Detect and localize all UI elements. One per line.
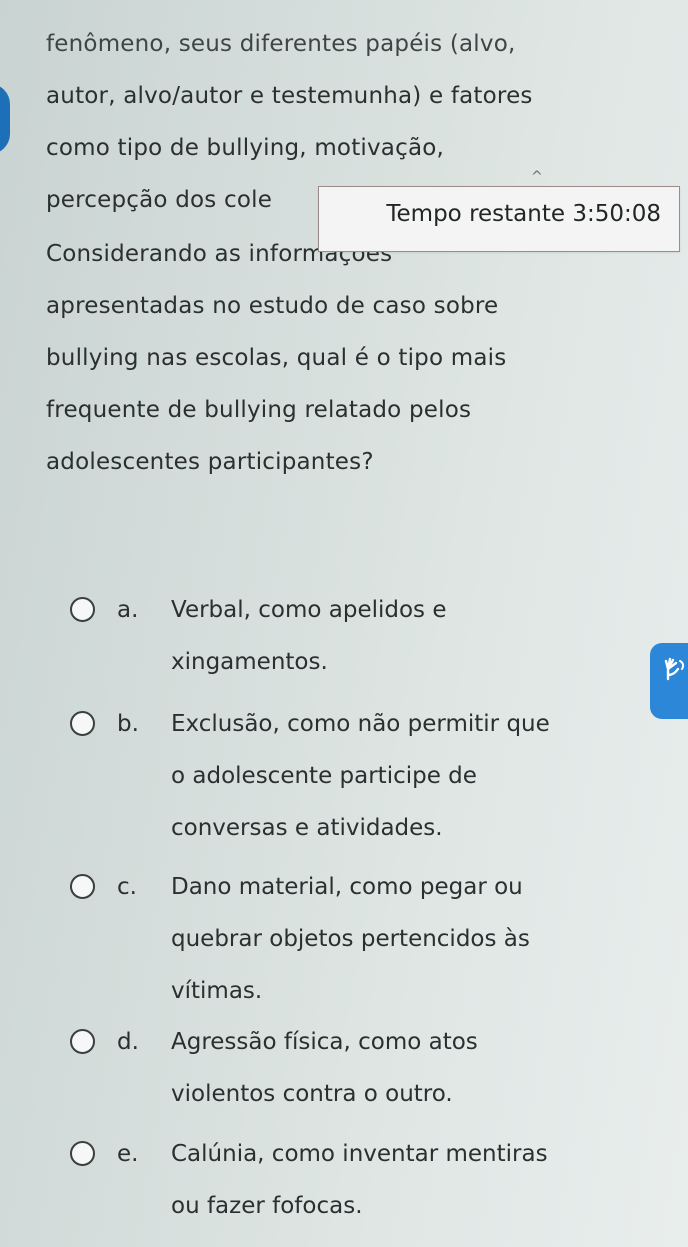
option-line: Calúnia, como inventar mentiras	[171, 1141, 548, 1167]
option-line: Verbal, como apelidos e	[171, 597, 447, 623]
quiz-page: fenômeno, seus diferentes papéis (alvo, …	[0, 0, 688, 1247]
question-line: frequente de bullying relatado pelos	[46, 397, 472, 423]
question-line: bullying nas escolas, qual é o tipo mais	[46, 345, 507, 371]
option-line: Exclusão, como não permitir que	[171, 711, 550, 737]
option-line: xingamentos.	[171, 649, 328, 675]
option-letter: a.	[117, 597, 139, 623]
accessibility-hand-icon	[664, 657, 685, 681]
question-line: apresentadas no estudo de caso sobre	[46, 293, 499, 319]
context-line: autor, alvo/autor e testemunha) e fatore…	[46, 83, 533, 109]
option-label: Verbal, como apelidos e xingamentos.	[171, 584, 651, 688]
option-line: vítimas.	[171, 978, 263, 1004]
collapse-caret-icon[interactable]: ^	[531, 169, 543, 185]
radio-button[interactable]	[70, 711, 95, 736]
context-line: como tipo de bullying, motivação,	[46, 135, 445, 161]
option-label: Exclusão, como não permitir que o adoles…	[171, 698, 651, 854]
option-line: o adolescente participe de	[171, 763, 477, 789]
radio-button[interactable]	[70, 597, 95, 622]
timer-label: Tempo restante	[386, 201, 566, 227]
question-text: Considerando as informações apresentadas…	[46, 228, 636, 488]
option-letter: b.	[117, 711, 139, 737]
option-line: Agressão física, como atos	[171, 1029, 478, 1055]
option-label: Agressão física, como atos violentos con…	[171, 1016, 651, 1120]
option-line: conversas e atividades.	[171, 815, 443, 841]
side-panel-tab[interactable]	[0, 84, 10, 154]
option-line: ou fazer fofocas.	[171, 1193, 363, 1219]
option-line: Dano material, como pegar ou	[171, 874, 523, 900]
option-label: Calúnia, como inventar mentiras ou fazer…	[171, 1128, 651, 1232]
timer-value: 3:50:08	[572, 201, 661, 227]
option-letter: e.	[117, 1141, 139, 1167]
question-line: adolescentes participantes?	[46, 449, 374, 475]
timer-popup: ^ Tempo restante 3:50:08	[318, 169, 680, 252]
timer-readout: Tempo restante 3:50:08	[386, 201, 661, 227]
radio-button[interactable]	[70, 1141, 95, 1166]
radio-button[interactable]	[70, 874, 95, 899]
option-letter: d.	[117, 1029, 139, 1055]
option-letter: c.	[117, 874, 137, 900]
option-line: violentos contra o outro.	[171, 1081, 453, 1107]
option-line: quebrar objetos pertencidos às	[171, 926, 530, 952]
radio-button[interactable]	[70, 1029, 95, 1054]
accessibility-tab[interactable]	[650, 643, 688, 719]
option-label: Dano material, como pegar ou quebrar obj…	[171, 861, 651, 1017]
context-line: fenômeno, seus diferentes papéis (alvo,	[46, 31, 516, 57]
